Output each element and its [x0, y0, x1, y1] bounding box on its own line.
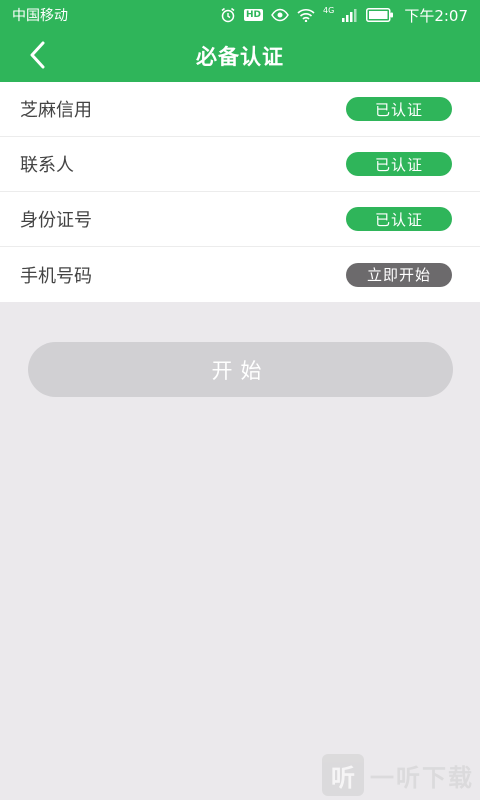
list-item-label: 芝麻信用	[20, 100, 92, 121]
status-bar: 中国移动 HD 4G 下午2:07	[0, 0, 480, 30]
list-item-label: 联系人	[20, 155, 74, 176]
watermark-logo-icon: 听	[322, 754, 364, 796]
alarm-icon	[220, 7, 236, 23]
list-item-contacts[interactable]: 联系人 已认证	[0, 137, 480, 192]
eye-icon	[271, 8, 289, 22]
signal-icon	[342, 8, 358, 22]
back-button[interactable]	[20, 40, 54, 74]
list-item-label: 身份证号	[20, 210, 92, 231]
title-bar: 必备认证	[0, 30, 480, 82]
watermark: 听 一听下载	[322, 754, 474, 796]
page-title: 必备认证	[196, 45, 284, 69]
status-badge[interactable]: 已认证	[346, 97, 452, 121]
wifi-icon	[297, 8, 315, 22]
network-type-label: 4G	[323, 5, 335, 15]
hd-icon: HD	[244, 9, 264, 21]
battery-icon	[366, 8, 394, 22]
clock-time: 下午2:07	[404, 6, 468, 25]
list-item-phone-number[interactable]: 手机号码 立即开始	[0, 247, 480, 302]
carrier-name: 中国移动	[12, 8, 68, 24]
status-badge[interactable]: 已认证	[346, 152, 452, 176]
start-button[interactable]: 开始	[28, 342, 453, 397]
watermark-text: 一听下载	[370, 763, 474, 792]
list-item-label: 手机号码	[20, 265, 92, 287]
start-now-button[interactable]: 立即开始	[346, 262, 452, 287]
list-item-zhima-credit[interactable]: 芝麻信用 已认证	[0, 82, 480, 137]
list-item-id-number[interactable]: 身份证号 已认证	[0, 192, 480, 247]
status-icons: HD 4G 下午2:07	[220, 5, 468, 26]
status-badge[interactable]: 已认证	[346, 207, 452, 231]
verification-list: 芝麻信用 已认证 联系人 已认证 身份证号 已认证 手机号码 立即开始	[0, 82, 480, 302]
chevron-left-icon	[29, 41, 45, 73]
